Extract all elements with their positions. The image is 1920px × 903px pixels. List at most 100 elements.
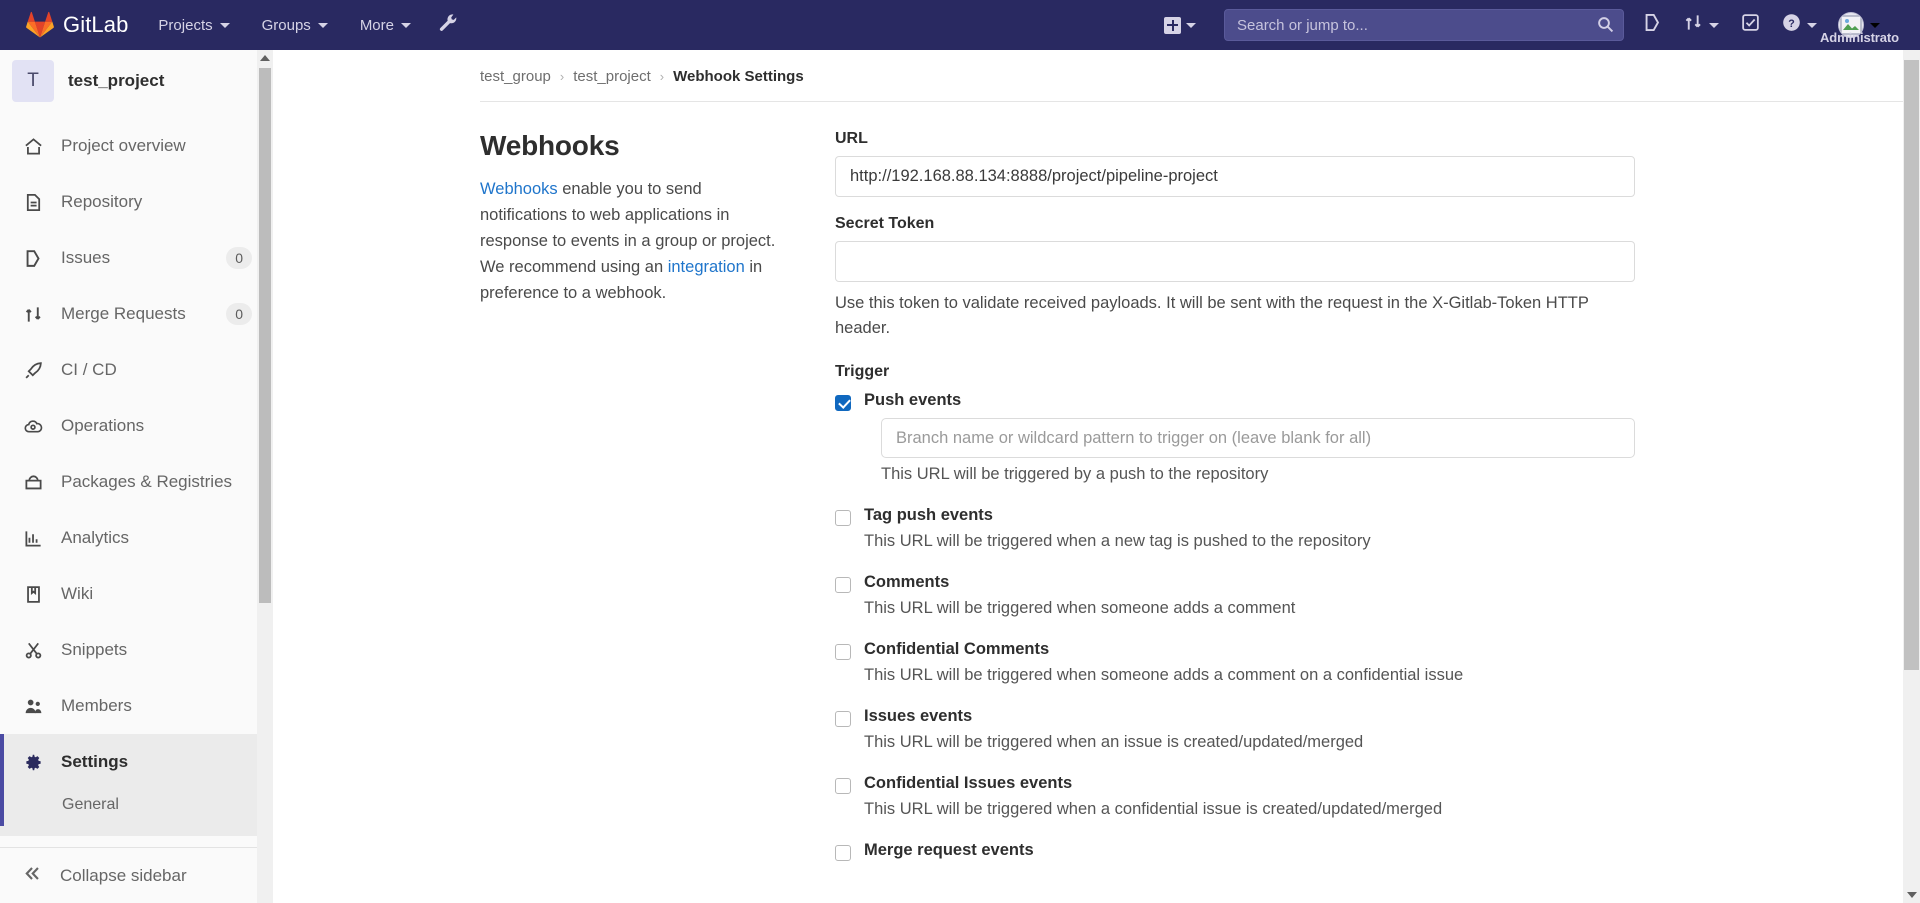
page-scrollbar[interactable] — [1903, 50, 1920, 903]
sidebar-item-label: Members — [61, 696, 132, 715]
webhooks-doc-link[interactable]: Webhooks — [480, 180, 558, 198]
issues-events-checkbox[interactable] — [835, 711, 851, 727]
confidential-comments-description: This URL will be triggered when someone … — [864, 666, 1464, 684]
home-icon — [23, 136, 43, 156]
sidebar-item-repository[interactable]: Repository — [0, 174, 272, 230]
navbar-right-group: ? Administrato — [1152, 0, 1920, 50]
confidential-issues-events-checkbox[interactable] — [835, 778, 851, 794]
push-events-checkbox[interactable] — [835, 395, 851, 411]
global-search — [1224, 9, 1624, 41]
trigger-row-issues-events: Issues events This URL will be triggered… — [835, 707, 1635, 754]
push-events-body: Push events This URL will be triggered b… — [864, 391, 1635, 486]
webhooks-description-column: Webhooks Webhooks enable you to send not… — [480, 130, 835, 881]
chart-icon — [23, 528, 43, 548]
merge-request-events-label: Merge request events — [864, 841, 1034, 859]
search-input[interactable] — [1224, 9, 1624, 41]
scroll-down-arrow-icon[interactable] — [1903, 886, 1920, 903]
project-avatar: T — [12, 60, 54, 102]
sidebar-nav-list: Project overview Repository Issues 0 Mer… — [0, 112, 272, 836]
sidebar-item-operations[interactable]: Operations — [0, 398, 272, 454]
sidebar-item-ci-cd[interactable]: CI / CD — [0, 342, 272, 398]
chevron-down-icon — [401, 22, 411, 28]
todos-nav-button[interactable] — [1730, 0, 1771, 50]
sidebar-item-issues[interactable]: Issues 0 — [0, 230, 272, 286]
breadcrumb-project-link[interactable]: test_project — [573, 68, 651, 85]
merge-requests-count-badge: 0 — [226, 303, 252, 325]
trigger-row-confidential-comments: Confidential Comments This URL will be t… — [835, 640, 1635, 687]
sidebar-item-label: Settings — [61, 752, 129, 771]
sidebar-item-settings[interactable]: Settings — [0, 734, 272, 790]
comments-label: Comments — [864, 573, 950, 591]
integration-doc-link[interactable]: integration — [668, 258, 745, 276]
sidebar-item-settings-general[interactable]: General — [0, 786, 272, 826]
sidebar-scrollbar-thumb[interactable] — [259, 68, 271, 603]
project-sidebar: T test_project Project overview Reposito… — [0, 50, 273, 903]
scroll-up-arrow-icon[interactable] — [257, 50, 273, 66]
merge-requests-icon — [1684, 13, 1703, 37]
nav-more[interactable]: More — [344, 0, 427, 50]
create-new-button[interactable] — [1152, 0, 1204, 50]
collapse-sidebar-button[interactable]: Collapse sidebar — [0, 847, 272, 903]
tag-push-events-body: Tag push events This URL will be trigger… — [864, 506, 1635, 553]
chevron-down-icon — [1870, 22, 1880, 28]
tag-push-events-description: This URL will be triggered when a new ta… — [864, 532, 1371, 550]
breadcrumb-separator-icon: › — [659, 69, 665, 84]
confidential-comments-body: Confidential Comments This URL will be t… — [864, 640, 1635, 687]
merge-icon — [23, 304, 43, 324]
sidebar-item-project-overview[interactable]: Project overview — [0, 118, 272, 174]
secret-token-input[interactable] — [835, 241, 1635, 282]
confidential-issues-events-description: This URL will be triggered when a confid… — [864, 800, 1443, 818]
sidebar-item-label: Snippets — [61, 640, 128, 659]
sidebar-item-members[interactable]: Members — [0, 678, 272, 734]
trigger-section-label: Trigger — [835, 363, 890, 380]
user-menu-button[interactable]: Administrato — [1820, 0, 1899, 50]
collapse-sidebar-label: Collapse sidebar — [60, 865, 187, 885]
admin-area-button[interactable] — [427, 0, 469, 50]
navbar-left-group: GitLab Projects Groups More — [0, 0, 469, 50]
merge-request-events-body: Merge request events — [864, 841, 1635, 861]
sidebar-item-analytics[interactable]: Analytics — [0, 510, 272, 566]
sidebar-item-packages-registries[interactable]: Packages & Registries — [0, 454, 272, 510]
wrench-icon — [438, 13, 458, 38]
issues-events-label: Issues events — [864, 707, 973, 725]
sidebar-item-wiki[interactable]: Wiki — [0, 566, 272, 622]
gear-icon — [23, 752, 43, 772]
nav-projects-label: Projects — [158, 16, 213, 34]
url-input[interactable] — [835, 156, 1635, 197]
issues-nav-button[interactable] — [1632, 0, 1673, 50]
chevron-down-icon — [1709, 22, 1719, 28]
nav-more-label: More — [359, 16, 394, 34]
confidential-issues-events-body: Confidential Issues events This URL will… — [864, 774, 1635, 821]
book-icon — [23, 584, 43, 604]
sidebar-item-label: Packages & Registries — [61, 472, 233, 491]
push-events-branch-input[interactable] — [881, 418, 1635, 458]
page-title: Webhooks — [480, 130, 620, 161]
merge-request-events-checkbox[interactable] — [835, 845, 851, 861]
sidebar-item-label: Issues — [61, 248, 111, 267]
tag-push-events-label: Tag push events — [864, 506, 993, 524]
webhooks-description: Webhooks enable you to send notification… — [480, 176, 787, 306]
sidebar-project-header[interactable]: T test_project — [0, 50, 272, 112]
page-scrollbar-thumb[interactable] — [1904, 60, 1919, 670]
sidebar-scrollbar[interactable] — [257, 50, 273, 903]
comments-checkbox[interactable] — [835, 577, 851, 593]
nav-groups[interactable]: Groups — [246, 0, 344, 50]
comments-description: This URL will be triggered when someone … — [864, 599, 1296, 617]
issues-count-badge: 0 — [226, 247, 252, 269]
breadcrumb-group-link[interactable]: test_group — [480, 68, 551, 85]
breadcrumb-current-page: Webhook Settings — [673, 68, 804, 85]
todos-icon — [1741, 13, 1760, 37]
sidebar-item-snippets[interactable]: Snippets — [0, 622, 272, 678]
trigger-row-confidential-issues-events: Confidential Issues events This URL will… — [835, 774, 1635, 821]
nav-groups-label: Groups — [261, 16, 311, 34]
merge-requests-nav-button[interactable] — [1673, 0, 1730, 50]
tag-push-events-checkbox[interactable] — [835, 510, 851, 526]
confidential-comments-checkbox[interactable] — [835, 644, 851, 660]
sidebar-item-label: CI / CD — [61, 360, 117, 379]
issues-events-description: This URL will be triggered when an issue… — [864, 733, 1364, 751]
sidebar-item-merge-requests[interactable]: Merge Requests 0 — [0, 286, 272, 342]
gitlab-home-link[interactable]: GitLab — [0, 0, 142, 50]
nav-projects[interactable]: Projects — [142, 0, 245, 50]
url-label: URL — [835, 130, 868, 147]
sidebar-item-label: Repository — [61, 192, 143, 211]
